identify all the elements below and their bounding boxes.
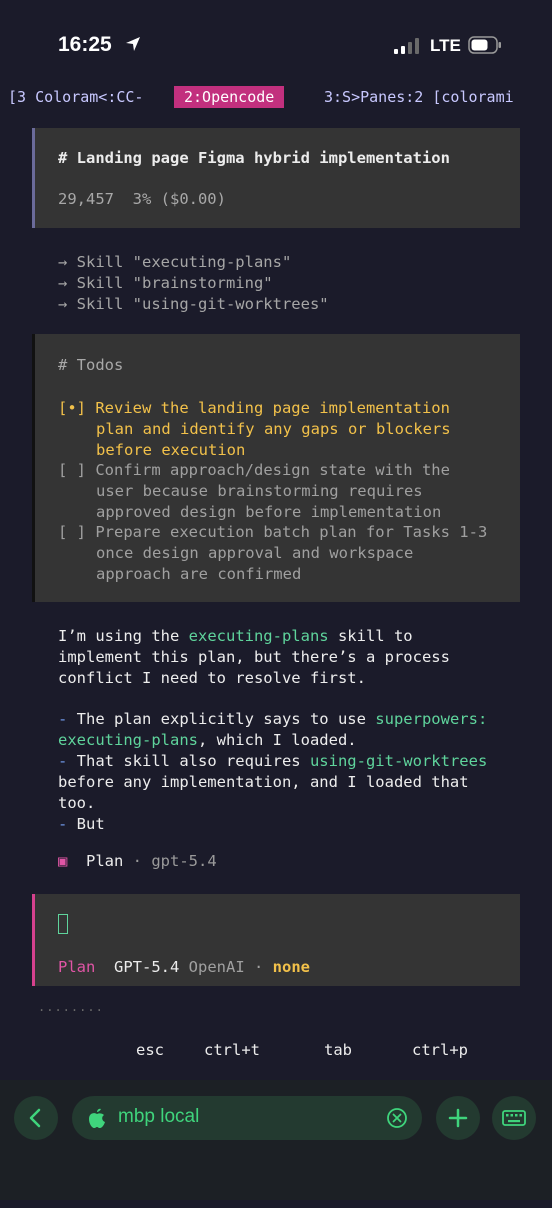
- model-name[interactable]: GPT-5.4: [114, 958, 179, 976]
- message-line: implement this plan, but there’s a proce…: [58, 648, 450, 666]
- todo-text: before execution: [96, 441, 246, 459]
- host-label: mbp local: [118, 1106, 200, 1127]
- apple-logo-icon: [89, 1108, 105, 1128]
- skill-line: → Skill "executing-plans": [58, 253, 292, 271]
- location-arrow-icon: [126, 37, 140, 51]
- todo-item-pending: [ ] Prepare execution batch plan for Tas…: [58, 522, 487, 543]
- message-line: executing-plans, which I loaded.: [58, 731, 357, 749]
- prompt-input-accent: [32, 894, 35, 986]
- message-bullet: - But: [58, 815, 105, 833]
- session-stats: 29,457 3% ($0.00): [58, 190, 226, 208]
- todo-text: Confirm approach/design state with the: [95, 461, 450, 479]
- model-variant[interactable]: none: [273, 958, 310, 976]
- todo-text: approved design before implementation: [96, 503, 442, 521]
- message-line: before any implementation, and I loaded …: [58, 773, 469, 791]
- todo-text: once design approval and workspace: [96, 544, 414, 562]
- skill-line: → Skill "brainstorming": [58, 274, 273, 292]
- message-bullet: - That skill also requires using-git-wor…: [58, 752, 488, 770]
- session-header-card: [32, 128, 520, 228]
- back-button[interactable]: [14, 1096, 58, 1140]
- battery-icon: [468, 36, 501, 54]
- todos-title: # Todos: [58, 356, 124, 374]
- todo-checkbox: [ ]: [58, 523, 86, 541]
- todo-item-pending: [ ] Confirm approach/design state with t…: [58, 460, 450, 481]
- clear-icon[interactable]: [386, 1107, 408, 1129]
- chevron-left-icon: [29, 1108, 41, 1128]
- todo-text: Prepare execution batch plan for Tasks 1…: [95, 523, 488, 541]
- tmux-tab-bar: [3 Coloram<:CC- 2:Opencode 3:S>Panes:2 […: [0, 86, 552, 108]
- todos-accent: [32, 334, 35, 602]
- message-line: I’m using the executing-plans skill to: [58, 627, 413, 645]
- network-label: LTE: [430, 36, 461, 55]
- todo-checkbox: [•]: [58, 399, 86, 417]
- todo-text: approach are confirmed: [96, 565, 302, 583]
- hint-dots: ........: [38, 1000, 104, 1014]
- keyboard-icon: [502, 1110, 526, 1126]
- plan-indicator: ▣ Plan · gpt-5.4: [58, 852, 217, 870]
- todo-text: user because brainstorming requires: [96, 482, 423, 500]
- message-bullet: - The plan explicitly says to use superp…: [58, 710, 488, 728]
- plan-square-icon: ▣: [58, 852, 68, 870]
- skill-line: → Skill "using-git-worktrees": [58, 295, 329, 313]
- todo-item-in-progress: [•] Review the landing page implementati…: [58, 398, 450, 419]
- mode-row: Plan GPT-5.4 OpenAI · none: [58, 958, 310, 976]
- tab-opencode[interactable]: 2:Opencode: [174, 86, 285, 108]
- text-cursor: [58, 914, 68, 934]
- message-line: conflict I need to resolve first.: [58, 669, 366, 687]
- tab-panes[interactable]: 3:S>Panes:2 [colorami: [324, 86, 514, 108]
- agent-mode[interactable]: Plan: [58, 958, 95, 976]
- cellular-signal-icon: [394, 38, 419, 54]
- todo-checkbox: [ ]: [58, 461, 86, 479]
- keyboard-button[interactable]: [492, 1096, 536, 1140]
- todo-text: Review the landing page implementation: [95, 399, 450, 417]
- new-tab-button[interactable]: [436, 1096, 480, 1140]
- skill-name: executing-plans: [188, 627, 329, 645]
- message-line: too.: [58, 794, 96, 812]
- plus-icon: [448, 1108, 468, 1128]
- status-time: 16:25: [58, 33, 112, 56]
- session-header-accent: [32, 128, 35, 228]
- session-title: # Landing page Figma hybrid implementati…: [58, 149, 450, 167]
- todo-text: plan and identify any gaps or blockers: [96, 420, 451, 438]
- tab-colorama[interactable]: [3 Coloram<:CC-: [8, 86, 143, 108]
- model-provider: OpenAI: [188, 958, 245, 976]
